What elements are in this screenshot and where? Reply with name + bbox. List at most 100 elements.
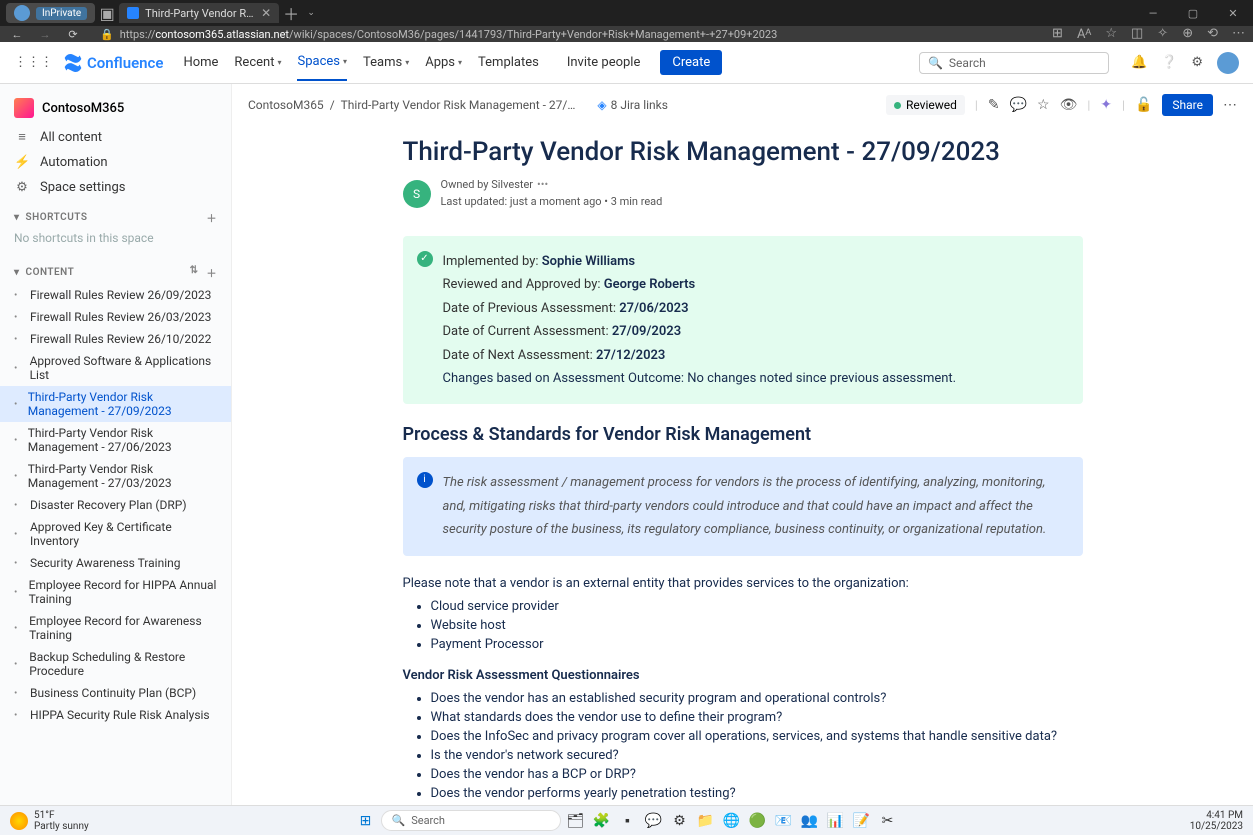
edit-icon[interactable]: ✎ bbox=[988, 97, 1000, 113]
browser-chrome: InPrivate ▣ Third-Party Vendor Risk Mana… bbox=[0, 0, 1253, 42]
star-icon[interactable]: ☆ bbox=[1037, 97, 1050, 113]
add-shortcut-icon[interactable]: ＋ bbox=[207, 210, 218, 225]
collections-icon[interactable]: ⊕ bbox=[1182, 26, 1193, 42]
chevron-down-icon: ▾ bbox=[277, 58, 281, 67]
taskbar-app-icon[interactable]: 📝 bbox=[851, 810, 873, 832]
tree-item[interactable]: •Business Continuity Plan (BCP) bbox=[0, 682, 231, 704]
taskbar-right[interactable]: 4:41 PM10/25/2023 bbox=[1190, 810, 1243, 832]
taskbar-app-icon[interactable]: 📁 bbox=[695, 810, 717, 832]
nav-templates[interactable]: Templates bbox=[478, 44, 539, 81]
taskbar-app-icon[interactable]: ✂ bbox=[877, 810, 899, 832]
add-page-icon[interactable]: ＋ bbox=[207, 265, 218, 280]
watch-icon[interactable]: 👁 bbox=[1060, 97, 1078, 113]
close-tab-icon[interactable]: ✕ bbox=[261, 6, 271, 20]
bullet-icon: • bbox=[14, 558, 22, 569]
sidebar-item[interactable]: ≡All content bbox=[0, 124, 231, 150]
nav-spaces[interactable]: Spaces▾ bbox=[297, 44, 347, 81]
tab-overview-icon[interactable]: ▣ bbox=[99, 5, 115, 21]
tree-item[interactable]: •Firewall Rules Review 26/03/2023 bbox=[0, 306, 231, 328]
tree-item[interactable]: •Disaster Recovery Plan (DRP) bbox=[0, 494, 231, 516]
tree-item[interactable]: •Approved Key & Certificate Inventory bbox=[0, 516, 231, 552]
author-avatar[interactable]: S bbox=[403, 180, 431, 208]
read-aloud-icon[interactable]: Aᴬ bbox=[1077, 26, 1091, 42]
nav-recent[interactable]: Recent▾ bbox=[234, 44, 281, 81]
new-tab-icon[interactable]: ＋ bbox=[283, 5, 299, 21]
taskbar-app-icon[interactable]: 🌐 bbox=[721, 810, 743, 832]
tree-item[interactable]: •Approved Software & Applications List bbox=[0, 350, 231, 386]
space-header[interactable]: ContosoM365 bbox=[0, 92, 231, 124]
weather-widget[interactable]: 51°FPartly sunny bbox=[10, 810, 89, 832]
tree-item[interactable]: •Employee Record for Awareness Training bbox=[0, 610, 231, 646]
tree-item[interactable]: •Security Awareness Training bbox=[0, 552, 231, 574]
app-icon[interactable]: ⊞ bbox=[1052, 26, 1063, 42]
shortcuts-section[interactable]: ▾SHORTCUTS ＋ bbox=[0, 200, 231, 229]
tab-chevron-icon[interactable]: ⌄ bbox=[303, 5, 319, 21]
profile-badge[interactable]: InPrivate bbox=[6, 3, 95, 23]
create-button[interactable]: Create bbox=[660, 50, 722, 75]
share-button[interactable]: Share bbox=[1162, 94, 1213, 116]
extensions-icon[interactable]: ⟲ bbox=[1207, 26, 1218, 42]
crumb-page[interactable]: Third-Party Vendor Risk Management - 27/… bbox=[341, 98, 576, 112]
filter-icon[interactable]: ⇅ bbox=[190, 265, 199, 280]
taskbar-app-icon[interactable]: ▪ bbox=[617, 810, 639, 832]
back-icon[interactable]: ← bbox=[8, 28, 26, 41]
taskbar-app-icon[interactable]: 📧 bbox=[773, 810, 795, 832]
nav-apps[interactable]: Apps▾ bbox=[425, 44, 462, 81]
taskbar-app-icon[interactable]: 💬 bbox=[643, 810, 665, 832]
favorite-icon[interactable]: ☆ bbox=[1105, 26, 1117, 42]
tree-item[interactable]: •Third-Party Vendor Risk Management - 27… bbox=[0, 422, 231, 458]
more-actions-icon[interactable]: ⋯ bbox=[1223, 97, 1237, 113]
tree-item[interactable]: •Firewall Rules Review 26/09/2023 bbox=[0, 284, 231, 306]
ai-icon[interactable]: ✦ bbox=[1100, 97, 1112, 113]
taskbar-app-icon[interactable]: ⚙ bbox=[669, 810, 691, 832]
close-window-icon[interactable]: ✕ bbox=[1213, 0, 1253, 26]
taskbar-search[interactable]: 🔍Search bbox=[381, 810, 561, 831]
maximize-icon[interactable]: ▢ bbox=[1173, 0, 1213, 26]
settings-icon[interactable]: ⚙ bbox=[1191, 55, 1203, 70]
comment-icon[interactable]: 💬 bbox=[1010, 97, 1027, 113]
jira-links[interactable]: ◈ 8 Jira links bbox=[597, 98, 668, 112]
tree-item-label: HIPPA Security Rule Risk Analysis bbox=[30, 708, 210, 722]
tree-item[interactable]: •Backup Scheduling & Restore Procedure bbox=[0, 646, 231, 682]
tree-item[interactable]: •Third-Party Vendor Risk Management - 27… bbox=[0, 458, 231, 494]
content-section[interactable]: ▾CONTENT ⇅＋ bbox=[0, 255, 231, 284]
list-item: Payment Processor bbox=[431, 635, 1083, 654]
invite-people-button[interactable]: Invite people bbox=[557, 50, 651, 75]
start-icon[interactable]: ⊞ bbox=[355, 810, 377, 832]
sidebar-item[interactable]: ⚙Space settings bbox=[0, 175, 231, 200]
tree-item[interactable]: •Third-Party Vendor Risk Management - 27… bbox=[0, 386, 231, 422]
search-input[interactable]: 🔍 Search bbox=[919, 52, 1109, 74]
url-text: https://contosom365.atlassian.net/wiki/s… bbox=[120, 28, 778, 41]
taskbar-app-icon[interactable]: 🟢 bbox=[747, 810, 769, 832]
address-bar[interactable]: 🔒 https://contosom365.atlassian.net/wiki… bbox=[92, 28, 1042, 41]
favorites-bar-icon[interactable]: ✧ bbox=[1157, 26, 1168, 42]
notifications-icon[interactable]: 🔔 bbox=[1131, 55, 1147, 70]
confluence-logo[interactable]: Confluence bbox=[63, 53, 163, 73]
taskbar-app-icon[interactable]: 🧩 bbox=[591, 810, 613, 832]
tree-item-label: Firewall Rules Review 26/03/2023 bbox=[30, 310, 211, 324]
last-updated: Last updated: just a moment ago bbox=[441, 195, 602, 208]
tree-item[interactable]: •Employee Record for HIPPA Annual Traini… bbox=[0, 574, 231, 610]
byline-more-icon[interactable]: ••• bbox=[537, 178, 548, 191]
sidebar-item[interactable]: ⚡Automation bbox=[0, 150, 231, 175]
tree-item[interactable]: •Firewall Rules Review 26/10/2022 bbox=[0, 328, 231, 350]
menu-icon[interactable]: ⋯ bbox=[1232, 26, 1245, 42]
taskbar-app-icon[interactable]: 👥 bbox=[799, 810, 821, 832]
refresh-icon[interactable]: ⟳ bbox=[64, 28, 82, 41]
page-body[interactable]: Third-Party Vendor Risk Management - 27/… bbox=[232, 127, 1253, 805]
help-icon[interactable]: ❔ bbox=[1161, 55, 1177, 70]
nav-home[interactable]: Home bbox=[183, 44, 218, 81]
taskbar-app-icon[interactable]: 🗂 bbox=[565, 810, 587, 832]
browser-tab[interactable]: Third-Party Vendor Risk Manage ✕ bbox=[119, 3, 279, 23]
app-switcher-icon[interactable]: ⋮⋮⋮ bbox=[14, 55, 53, 70]
forward-icon[interactable]: → bbox=[36, 28, 54, 41]
tree-item[interactable]: •HIPPA Security Rule Risk Analysis bbox=[0, 704, 231, 726]
split-icon[interactable]: ◫ bbox=[1131, 26, 1143, 42]
restrictions-icon[interactable]: 🔓 bbox=[1135, 97, 1152, 113]
taskbar-app-icon[interactable]: 📊 bbox=[825, 810, 847, 832]
minimize-icon[interactable]: — bbox=[1133, 0, 1173, 26]
nav-teams[interactable]: Teams▾ bbox=[363, 44, 409, 81]
crumb-space[interactable]: ContosoM365 bbox=[248, 98, 324, 112]
status-badge[interactable]: Reviewed bbox=[886, 95, 965, 115]
user-avatar[interactable] bbox=[1217, 52, 1239, 74]
